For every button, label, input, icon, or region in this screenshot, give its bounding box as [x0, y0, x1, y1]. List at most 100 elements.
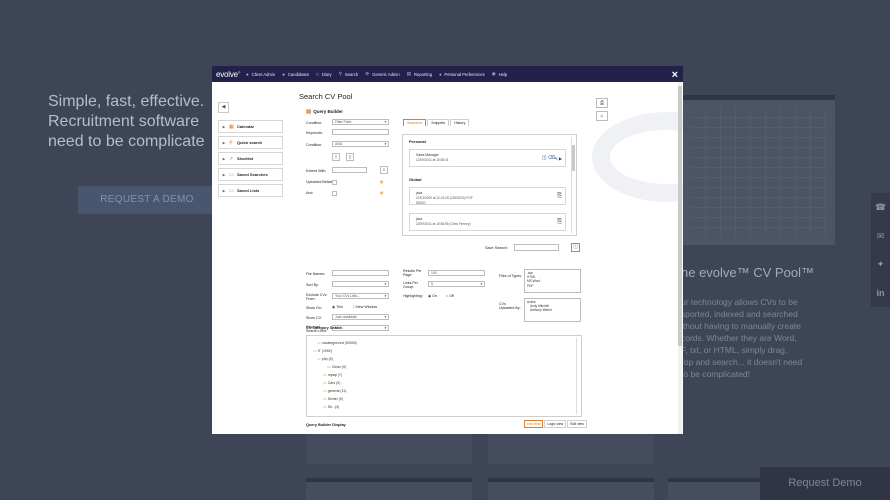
- tree-node[interactable]: ▭Cars (0): [323, 380, 340, 385]
- close-lightbox-button[interactable]: ×: [672, 70, 678, 81]
- help-icon: ◉: [491, 71, 496, 76]
- cv-pool-heading: he evolve™ CV Pool™: [681, 265, 814, 280]
- highlighting-label: Highlighting:: [403, 294, 423, 298]
- file-names-input[interactable]: [332, 270, 389, 276]
- tree-label: uncategorized (00000): [321, 341, 357, 345]
- list-item[interactable]: Sales Manager 12/09/2011 at 15:55:41 ◫ ⌫…: [409, 149, 566, 167]
- nav-personal-preferences[interactable]: ♦ Personal Preferences: [439, 72, 485, 77]
- nav-help[interactable]: ◉ Help: [492, 71, 508, 77]
- linkedin-icon[interactable]: in: [871, 279, 890, 308]
- nav-reporting[interactable]: ▤ Reporting: [407, 71, 432, 77]
- request-demo-button[interactable]: REQUEST A DEMO: [78, 186, 216, 214]
- show-cv-select[interactable]: Just candidate ▼: [332, 314, 389, 320]
- edit-view-button[interactable]: Edit view: [567, 420, 587, 428]
- folder-icon: ▭: [323, 396, 327, 401]
- copy-icon[interactable]: ⎘: [557, 219, 562, 226]
- nav-diary[interactable]: □ Diary: [316, 72, 332, 77]
- edit-icon[interactable]: ✎ ▶: [554, 156, 562, 161]
- twitter-icon[interactable]: ✦: [871, 250, 890, 279]
- show-on-this-radio[interactable]: ◉ This: [332, 305, 343, 309]
- side-item-calendar[interactable]: ▶ ▦ Calendar: [218, 120, 283, 133]
- file-types-listbox[interactable]: .doc HTML MS Word PDF: [524, 269, 581, 293]
- info-view-button[interactable]: Info view: [524, 420, 544, 428]
- copy-icon[interactable]: ⎘: [557, 193, 562, 200]
- tab-searches[interactable]: Searches: [403, 119, 427, 126]
- nav-generic-admin[interactable]: ⚙ Generic Admin: [365, 71, 400, 77]
- extend-with-label: Extend With:: [306, 169, 327, 173]
- links-per-group-value: 5: [431, 282, 433, 286]
- side-item-shortlist[interactable]: ▶ ➚ Shortlist: [218, 152, 283, 165]
- results-per-page-input[interactable]: 100: [428, 270, 485, 276]
- folder-icon: ▭: [323, 404, 327, 409]
- exclude-cvs-select[interactable]: Your CVs Lists... ▼: [332, 293, 389, 299]
- logic-view-button[interactable]: Logic view: [544, 420, 567, 428]
- saved-search-owner: DEMO: [416, 201, 426, 205]
- request-demo-tab[interactable]: Request Demo: [760, 467, 890, 500]
- folder-icon: ▭: [323, 372, 327, 377]
- save-search-input[interactable]: [514, 244, 559, 251]
- home-icon[interactable]: ⌂: [596, 111, 608, 121]
- list-item[interactable]: Anthony Weber: [527, 308, 578, 312]
- chevron-down-icon: ▼: [384, 315, 387, 319]
- uploaded-from-date[interactable]: [332, 180, 337, 185]
- links-per-group-label: Links Per Group:: [403, 281, 418, 289]
- collapse-menu-button[interactable]: ◀: [218, 102, 229, 113]
- nav-client-admin[interactable]: ● Client Admin: [246, 72, 275, 77]
- add-keyword-button[interactable]: ≡: [332, 153, 340, 161]
- tree-node[interactable]: ▭Sh...(3): [323, 404, 339, 409]
- chevron-down-icon: ▼: [384, 142, 387, 146]
- tree-node[interactable]: ▭Clean (0): [327, 364, 346, 369]
- side-item-label: Saved Lists: [237, 188, 260, 193]
- list-item[interactable]: java 22/09/2011 at 15:55:55 (Chris Fenne…: [409, 213, 566, 231]
- uploaded-to-date[interactable]: [332, 191, 337, 196]
- print-icon[interactable]: ⎙: [596, 98, 608, 108]
- cv-pool-text-line: ur technology allows CVs to be: [681, 297, 798, 307]
- users-icon: ●: [282, 71, 285, 77]
- side-item-saved-searches[interactable]: ▶ ▭ Saved Searches: [218, 168, 283, 181]
- list-item[interactable]: java 07/03/2009 at 12:21:09 (CDEMO0) POF…: [409, 187, 566, 205]
- tree-node[interactable]: ▭mysql (7): [323, 372, 342, 377]
- show-on-new-window-checkbox[interactable]: □ New Window: [353, 305, 377, 309]
- tree-node[interactable]: ▭IT (1952): [313, 348, 332, 353]
- uploaded-by-listbox[interactable]: Active Andy Mitchell Anthony Weber: [524, 298, 581, 322]
- condition2-select[interactable]: AND ▼: [332, 141, 389, 147]
- tree-node[interactable]: ▭uncategorized (00000): [317, 340, 357, 345]
- modal-scrollbar[interactable]: [678, 82, 682, 434]
- cv-pool-description: ur technology allows CVs to be sported, …: [681, 296, 826, 380]
- condition-select[interactable]: Filter Point ▼: [332, 119, 389, 125]
- background-card: [306, 478, 472, 500]
- scrollbar[interactable]: [571, 137, 575, 233]
- side-item-label: Calendar: [237, 124, 255, 129]
- extend-with-input[interactable]: [332, 167, 367, 173]
- cv-category-heading: CV Category Search: [306, 326, 343, 330]
- tree-node[interactable]: ▭general (11): [323, 388, 346, 393]
- chevron-down-icon: ▼: [384, 282, 387, 286]
- links-per-group-select[interactable]: 5 ▼: [428, 281, 485, 287]
- save-search-button[interactable]: ◫: [571, 243, 580, 252]
- list-item[interactable]: PDF: [527, 284, 578, 288]
- nav-candidates[interactable]: ● Candidates: [282, 72, 309, 77]
- save-icon[interactable]: ◫ ⌫: [542, 155, 555, 161]
- keywords-input[interactable]: [332, 129, 389, 135]
- tree-node[interactable]: ▭php (0): [317, 356, 333, 361]
- scrollbar[interactable]: [576, 338, 580, 414]
- tree-node[interactable]: ▭Sexter (0): [323, 396, 343, 401]
- show-cv-value: Just candidate: [335, 315, 357, 319]
- mail-icon[interactable]: ✉: [871, 222, 890, 251]
- sort-by-select[interactable]: ▼: [332, 281, 389, 287]
- calendar-icon[interactable]: ▦: [380, 191, 383, 195]
- remove-keyword-button[interactable]: ▯: [346, 153, 354, 161]
- calendar-icon: □: [316, 71, 319, 77]
- nav-search[interactable]: ⚲ Search: [339, 71, 359, 77]
- show-cv-label: Show CV:: [306, 316, 322, 320]
- side-item-quick-search[interactable]: ▶ ⚲ Quick search: [218, 136, 283, 149]
- highlighting-off-radio[interactable]: ○ Off: [446, 294, 454, 298]
- tab-history[interactable]: History: [450, 119, 470, 126]
- extend-with-button[interactable]: ≡: [380, 166, 388, 174]
- highlighting-on-radio[interactable]: ◉ On: [428, 294, 437, 298]
- personal-header: Personal: [409, 139, 426, 144]
- calendar-icon[interactable]: ▦: [380, 180, 383, 184]
- side-item-saved-lists[interactable]: ▶ ▭ Saved Lists: [218, 184, 283, 197]
- tab-snippets[interactable]: Snippets: [427, 119, 450, 126]
- phone-icon[interactable]: ☎: [871, 193, 890, 222]
